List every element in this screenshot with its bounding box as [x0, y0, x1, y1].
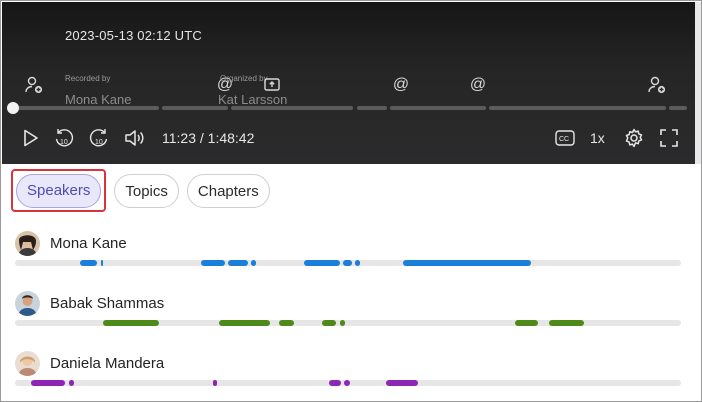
- speech-segment[interactable]: [69, 380, 74, 386]
- settings-icon[interactable]: [623, 127, 645, 149]
- timeline-segment: [162, 106, 228, 110]
- speech-segment[interactable]: [344, 380, 350, 386]
- speech-segment[interactable]: [31, 380, 65, 386]
- speaker-row[interactable]: Mona Kane: [15, 231, 681, 271]
- video-player[interactable]: 2023-05-13 02:12 UTC Recorded by Mona Ka…: [2, 2, 695, 164]
- speech-segment[interactable]: [403, 260, 531, 266]
- mention-icon[interactable]: @: [467, 74, 489, 96]
- tab-label: Speakers: [16, 173, 102, 208]
- svg-text:10: 10: [95, 139, 103, 146]
- forward-10-icon[interactable]: 10: [88, 127, 110, 149]
- scrubber-handle[interactable]: [7, 102, 19, 114]
- organized-by-name: Kat Larsson: [218, 92, 288, 107]
- recording-datetime: 2023-05-13 02:12 UTC: [65, 28, 202, 43]
- captions-icon[interactable]: CC: [554, 127, 576, 149]
- recorded-by-label: Recorded by: [65, 74, 111, 83]
- speech-segment[interactable]: [213, 380, 217, 386]
- speech-segment[interactable]: [549, 320, 584, 326]
- avatar: [15, 231, 40, 256]
- recording-panel: 2023-05-13 02:12 UTC Recorded by Mona Ka…: [0, 0, 702, 402]
- speaker-name: Babak Shammas: [50, 295, 165, 312]
- speech-segment[interactable]: [101, 260, 103, 266]
- speech-segment[interactable]: [219, 320, 270, 326]
- play-icon[interactable]: [21, 127, 41, 149]
- speech-segment[interactable]: [201, 260, 225, 266]
- scrollbar[interactable]: [695, 2, 701, 164]
- avatar: [15, 291, 40, 316]
- speech-segment[interactable]: [80, 260, 97, 266]
- speaker-timeline[interactable]: [15, 380, 681, 386]
- speech-segment[interactable]: [386, 380, 418, 386]
- person-add-icon[interactable]: [23, 74, 45, 96]
- speaker-name: Daniela Mandera: [50, 355, 165, 372]
- timeline-segment: [489, 106, 666, 110]
- speech-segment[interactable]: [304, 260, 340, 266]
- speech-segment[interactable]: [343, 260, 352, 266]
- tab-speakers[interactable]: Speakers: [11, 169, 107, 212]
- speech-segment[interactable]: [279, 320, 294, 326]
- playback-time: 11:23 / 1:48:42: [162, 130, 255, 146]
- playback-speed[interactable]: 1x: [590, 130, 605, 146]
- speech-segment[interactable]: [355, 260, 360, 266]
- timeline-segment: [357, 106, 387, 110]
- view-tabs: Speakers Topics Chapters: [11, 169, 270, 212]
- volume-icon[interactable]: [123, 127, 147, 149]
- progress-track[interactable]: [16, 106, 687, 110]
- timeline-segment: [669, 106, 687, 110]
- speaker-name: Mona Kane: [50, 235, 127, 252]
- speaker-timeline[interactable]: [15, 260, 681, 266]
- rewind-10-icon[interactable]: 10: [53, 127, 75, 149]
- mention-icon[interactable]: @: [390, 74, 412, 96]
- timeline-segment: [390, 106, 486, 110]
- speech-segment[interactable]: [251, 260, 256, 266]
- speech-segment[interactable]: [329, 380, 341, 386]
- speech-segment[interactable]: [228, 260, 248, 266]
- svg-text:10: 10: [60, 139, 68, 146]
- speech-segment[interactable]: [103, 320, 159, 326]
- speaker-row[interactable]: Babak Shammas: [15, 291, 681, 331]
- person-add-icon[interactable]: [646, 74, 668, 96]
- speech-segment[interactable]: [340, 320, 345, 326]
- tab-chapters[interactable]: Chapters: [186, 174, 270, 208]
- recorded-by-name: Mona Kane: [65, 92, 132, 107]
- avatar: [15, 351, 40, 376]
- speech-segment[interactable]: [322, 320, 336, 326]
- speaker-timeline[interactable]: [15, 320, 681, 326]
- svg-text:CC: CC: [559, 136, 569, 143]
- timeline-segment: [16, 106, 159, 110]
- fullscreen-icon[interactable]: [658, 127, 680, 149]
- speaker-row[interactable]: Daniela Mandera: [15, 351, 681, 391]
- timeline-segment: [231, 106, 353, 110]
- tab-topics[interactable]: Topics: [114, 174, 179, 208]
- speech-segment[interactable]: [515, 320, 538, 326]
